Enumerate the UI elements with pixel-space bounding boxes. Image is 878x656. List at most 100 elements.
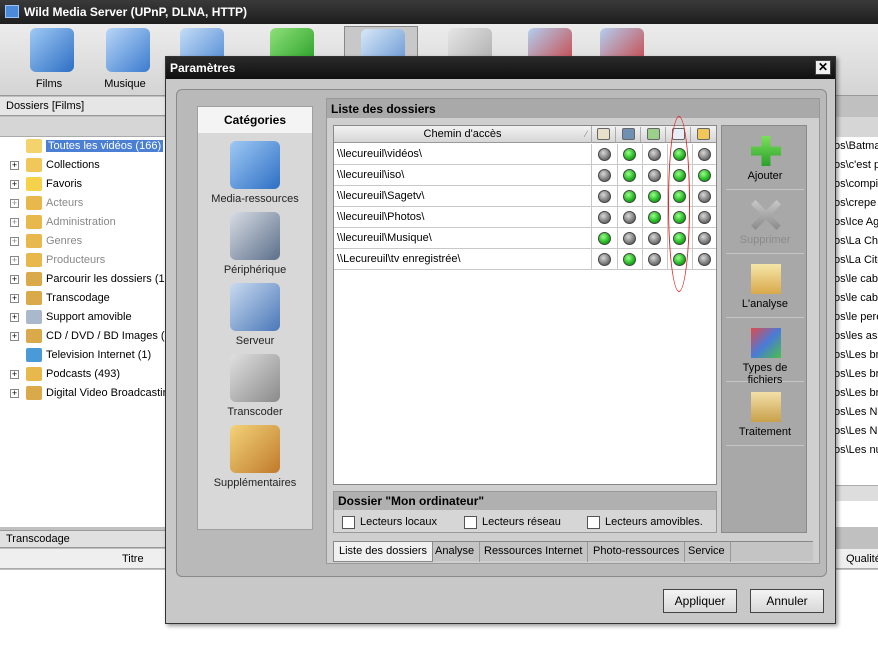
tree-item[interactable]: Toutes les vidéos (166) [10, 138, 164, 156]
tree-item[interactable]: + Administration [10, 214, 116, 232]
status-indicator-icon[interactable] [648, 253, 661, 266]
close-icon[interactable]: ✕ [815, 60, 831, 75]
expand-icon[interactable]: + [10, 237, 19, 246]
status-indicator-icon[interactable] [623, 232, 636, 245]
checkbox-box[interactable] [587, 516, 600, 529]
file-list-hscrollbar[interactable] [834, 485, 878, 501]
file-list-row[interactable]: os\crepe [834, 194, 878, 213]
file-types-button[interactable]: Types de fichiers [726, 320, 804, 386]
status-indicator-icon[interactable] [648, 190, 661, 203]
file-list-row[interactable]: os\Les nu [834, 441, 878, 460]
expand-icon[interactable]: + [10, 389, 19, 398]
tree-item[interactable]: Television Internet (1) [10, 347, 151, 365]
title-column-header[interactable]: Titre [122, 553, 144, 565]
tree-item[interactable]: + Favoris [10, 176, 82, 194]
folder-column-header[interactable] [692, 127, 716, 142]
expand-icon[interactable]: + [10, 332, 19, 341]
folder-row[interactable]: \\lecureuil\vidéos\ [334, 144, 716, 165]
file-list-row[interactable]: os\Ice Ag [834, 213, 878, 232]
tree-item[interactable]: + Genres [10, 233, 82, 251]
status-indicator-icon[interactable] [698, 148, 711, 161]
file-list-row[interactable]: os\Les br [834, 346, 878, 365]
processing-button[interactable]: Traitement [726, 384, 804, 446]
tab-internet-resources[interactable]: Ressources Internet [479, 542, 589, 562]
status-indicator-icon[interactable] [598, 253, 611, 266]
status-indicator-icon[interactable] [698, 190, 711, 203]
music-column-header[interactable] [592, 127, 616, 142]
local-drives-checkbox[interactable]: Lecteurs locaux [342, 516, 437, 530]
category-server[interactable]: Serveur [198, 283, 312, 351]
file-list-row[interactable]: os\compil [834, 175, 878, 194]
category-media-folder[interactable]: Media-ressources [198, 141, 312, 209]
file-list-row[interactable]: os\Les Nu [834, 422, 878, 441]
tree-item[interactable]: + Support amovible [10, 309, 132, 327]
folder-row[interactable]: \\lecureuil\Musique\ [334, 228, 716, 249]
delete-button[interactable]: Supprimer [726, 192, 804, 254]
tree-item[interactable]: + Digital Video Broadcastin [10, 385, 169, 403]
status-indicator-icon[interactable] [598, 190, 611, 203]
path-column-header[interactable]: Chemin d'accès ⁄ [334, 126, 592, 143]
apply-button[interactable]: Appliquer [663, 589, 737, 613]
file-list-row[interactable]: os\les ass [834, 327, 878, 346]
category-gears[interactable]: Transcoder [198, 354, 312, 422]
status-indicator-icon[interactable] [698, 253, 711, 266]
file-list-row[interactable]: os\Batma [834, 137, 878, 156]
status-indicator-icon[interactable] [623, 190, 636, 203]
expand-icon[interactable]: + [10, 370, 19, 379]
expand-icon[interactable]: + [10, 161, 19, 170]
status-indicator-icon[interactable] [598, 232, 611, 245]
scan-button[interactable]: L'analyse [726, 256, 804, 318]
tree-item[interactable]: + Collections [10, 157, 100, 175]
status-indicator-icon[interactable] [623, 169, 636, 182]
expand-icon[interactable]: + [10, 256, 19, 265]
status-indicator-icon[interactable] [623, 253, 636, 266]
folder-row[interactable]: \\lecureuil\Photos\ [334, 207, 716, 228]
expand-icon[interactable]: + [10, 275, 19, 284]
films-toolbar-button[interactable]: Films [14, 26, 84, 94]
folder-row[interactable]: \\lecureuil\Sagetv\ [334, 186, 716, 207]
status-indicator-icon[interactable] [623, 211, 636, 224]
file-list-row[interactable]: os\Les br [834, 365, 878, 384]
status-indicator-icon[interactable] [698, 211, 711, 224]
tree-item[interactable]: + Acteurs [10, 195, 83, 213]
status-indicator-icon[interactable] [648, 148, 661, 161]
cancel-button[interactable]: Annuler [750, 589, 824, 613]
status-indicator-icon[interactable] [623, 148, 636, 161]
expand-icon[interactable]: + [10, 313, 19, 322]
category-device[interactable]: Périphérique [198, 212, 312, 280]
category-clipboard[interactable]: Supplémentaires [198, 425, 312, 493]
status-indicator-icon[interactable] [698, 169, 711, 182]
expand-icon[interactable]: + [10, 218, 19, 227]
file-list-row[interactable]: os\le caba [834, 270, 878, 289]
checkbox-box[interactable] [342, 516, 355, 529]
add-button[interactable]: Ajouter [726, 128, 804, 190]
status-indicator-icon[interactable] [598, 169, 611, 182]
tree-item[interactable]: + Parcourir les dossiers (16 [10, 271, 171, 289]
status-indicator-icon[interactable] [648, 232, 661, 245]
tree-item[interactable]: + Producteurs [10, 252, 105, 270]
video-column-header[interactable] [617, 127, 641, 142]
status-indicator-icon[interactable] [648, 169, 661, 182]
file-list-row[interactable]: os\Les br [834, 384, 878, 403]
folder-row[interactable]: \\Lecureuil\tv enregistrée\ [334, 249, 716, 270]
tab-service[interactable]: Service [683, 542, 731, 562]
status-indicator-icon[interactable] [698, 232, 711, 245]
expand-icon[interactable]: + [10, 294, 19, 303]
music-toolbar-button[interactable]: Musique [90, 26, 160, 94]
tree-item[interactable]: + Podcasts (493) [10, 366, 120, 384]
removable-drives-checkbox[interactable]: Lecteurs amovibles. [587, 516, 703, 530]
tree-item[interactable]: + CD / DVD / BD Images (I [10, 328, 168, 346]
folder-row[interactable]: \\lecureuil\iso\ [334, 165, 716, 186]
expand-icon[interactable]: + [10, 199, 19, 208]
quality-column-header[interactable]: Qualité [834, 549, 878, 569]
file-list-row[interactable]: os\La Cha [834, 232, 878, 251]
file-list-row[interactable]: os\Les Nu [834, 403, 878, 422]
status-indicator-icon[interactable] [598, 148, 611, 161]
file-list-row[interactable]: os\le caba [834, 289, 878, 308]
file-list-row[interactable]: os\La Cite [834, 251, 878, 270]
tab-photo-resources[interactable]: Photo-ressources [588, 542, 686, 562]
tab-folder-list[interactable]: Liste des dossiers [333, 542, 434, 562]
tree-item[interactable]: + Transcodage [10, 290, 110, 308]
checkbox-box[interactable] [464, 516, 477, 529]
network-drives-checkbox[interactable]: Lecteurs réseau [464, 516, 561, 530]
